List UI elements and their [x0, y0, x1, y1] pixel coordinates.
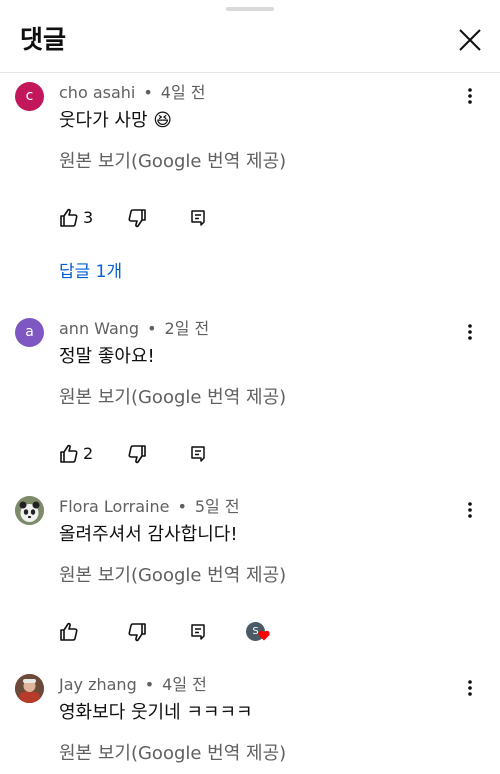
avatar-letter: a — [25, 324, 34, 340]
panda-avatar-image — [15, 496, 44, 525]
comment-actions: 3 — [59, 206, 299, 230]
comment-actions: 2 — [59, 442, 299, 466]
more-vert-icon — [468, 324, 472, 340]
comment-meta: cho asahi • 4일 전 — [59, 82, 206, 104]
thumbs-up-icon — [60, 208, 78, 227]
comment-time: 4일 전 — [162, 675, 207, 694]
more-options-button[interactable] — [460, 84, 480, 108]
comment-text: 올려주셔서 감사합니다! — [59, 524, 238, 545]
thumbs-up-icon — [60, 444, 78, 463]
thumbs-down-icon — [128, 623, 146, 642]
like-count: 2 — [83, 444, 94, 463]
more-options-button[interactable] — [460, 498, 480, 522]
dislike-button[interactable] — [127, 620, 147, 644]
more-vert-icon — [468, 502, 472, 518]
avatar[interactable]: a — [15, 318, 44, 347]
comment-meta: Jay zhang • 4일 전 — [59, 674, 207, 696]
reply-button[interactable] — [190, 206, 206, 230]
view-original-link[interactable]: 원본 보기(Google 번역 제공) — [59, 385, 286, 411]
comment-time: 5일 전 — [194, 497, 240, 516]
comment-time: 4일 전 — [160, 83, 206, 102]
like-button[interactable] — [59, 620, 79, 644]
dislike-button[interactable] — [127, 206, 147, 230]
avatar[interactable] — [15, 674, 44, 703]
comment-meta: ann Wang • 2일 전 — [59, 318, 209, 340]
view-original-link[interactable]: 원본 보기(Google 번역 제공) — [59, 149, 286, 175]
view-original-link[interactable]: 원본 보기(Google 번역 제공) — [59, 563, 286, 589]
dislike-button[interactable] — [127, 442, 147, 466]
thumbs-up-icon — [60, 622, 78, 641]
comment-time: 2일 전 — [164, 319, 210, 338]
meta-separator: • — [147, 319, 157, 338]
comment-text: 영화보다 웃기네 ㅋㅋㅋㅋ — [59, 702, 253, 723]
comment-meta: Flora Lorraine • 5일 전 — [59, 496, 240, 518]
comment-text: 웃다가 사망 😆 — [59, 110, 173, 131]
more-options-button[interactable] — [460, 320, 480, 344]
author-name[interactable]: Flora Lorraine — [59, 497, 169, 516]
reply-icon — [191, 446, 205, 462]
creator-heart-badge: S — [246, 620, 272, 644]
author-name[interactable]: cho asahi — [59, 83, 135, 102]
more-vert-icon — [468, 88, 472, 104]
close-button[interactable] — [452, 22, 488, 58]
like-count: 3 — [83, 208, 94, 227]
comment-actions: S — [59, 620, 299, 644]
photo-avatar-image — [15, 674, 44, 703]
view-original-link[interactable]: 원본 보기(Google 번역 제공) — [59, 741, 286, 767]
more-vert-icon — [468, 680, 472, 696]
reply-icon — [191, 210, 205, 226]
author-name[interactable]: Jay zhang — [59, 675, 137, 694]
heart-icon — [258, 630, 270, 641]
comments-header: 댓글 — [0, 0, 500, 73]
thumbs-down-icon — [128, 209, 146, 228]
reply-button[interactable] — [190, 620, 206, 644]
meta-separator: • — [177, 497, 187, 516]
like-button[interactable]: 3 — [59, 206, 93, 230]
avatar[interactable]: c — [15, 82, 44, 111]
avatar-letter: c — [25, 88, 34, 104]
thumbs-down-icon — [128, 445, 146, 464]
reply-icon — [191, 624, 205, 640]
meta-separator: • — [144, 675, 155, 694]
comment-text: 정말 좋아요! — [59, 346, 155, 367]
page-title: 댓글 — [20, 25, 67, 54]
close-icon — [459, 29, 481, 51]
replies-toggle[interactable]: 답글 1개 — [59, 260, 122, 284]
like-button[interactable]: 2 — [59, 442, 93, 466]
more-options-button[interactable] — [460, 676, 480, 700]
meta-separator: • — [143, 83, 153, 102]
avatar[interactable] — [15, 496, 44, 525]
author-name[interactable]: ann Wang — [59, 319, 139, 338]
reply-button[interactable] — [190, 442, 206, 466]
